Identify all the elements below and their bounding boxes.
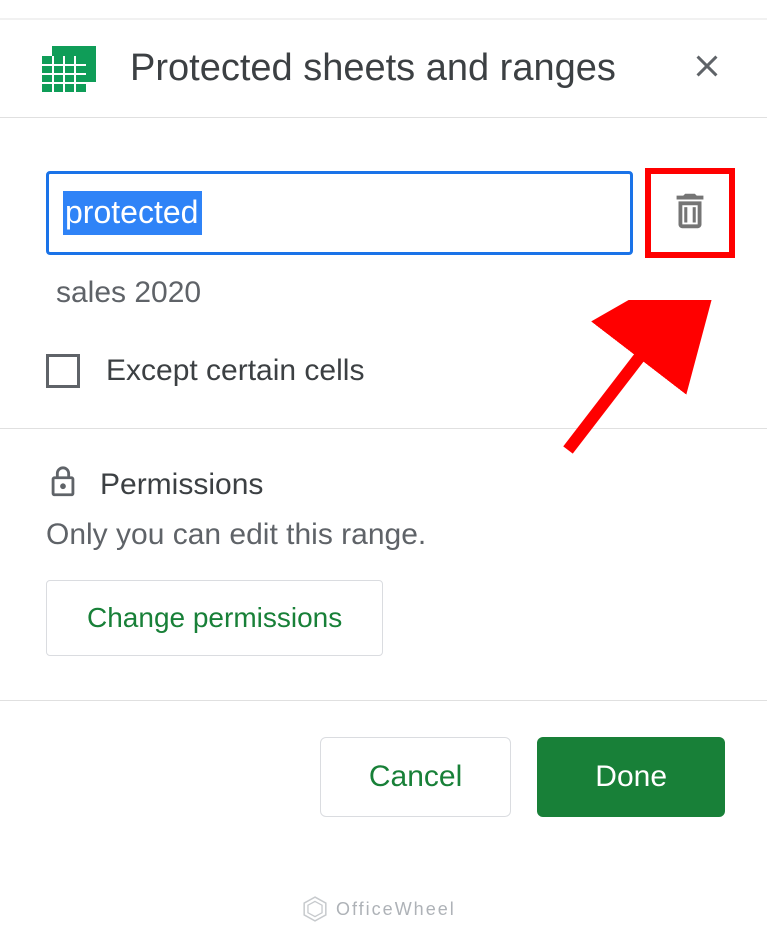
protection-details: protected sales 2020	[0, 118, 767, 428]
protected-ranges-panel: Protected sheets and ranges protected	[0, 18, 767, 817]
panel-footer: Cancel Done	[0, 701, 767, 817]
delete-button[interactable]	[662, 185, 718, 241]
except-label: Except certain cells	[106, 354, 364, 388]
permissions-description: Only you can edit this range.	[46, 518, 721, 552]
except-checkbox[interactable]	[46, 354, 80, 388]
description-value: protected	[63, 191, 202, 235]
change-permissions-button[interactable]: Change permissions	[46, 580, 383, 656]
lock-icon	[46, 465, 80, 504]
panel-header: Protected sheets and ranges	[0, 20, 767, 117]
range-label: sales 2020	[46, 276, 735, 310]
close-icon	[689, 48, 725, 89]
panel-title: Protected sheets and ranges	[130, 43, 683, 94]
done-button[interactable]: Done	[537, 737, 725, 817]
except-certain-cells-row: Except certain cells	[46, 354, 735, 388]
trash-icon	[667, 188, 713, 239]
permissions-section: Permissions Only you can edit this range…	[0, 429, 767, 700]
description-input[interactable]: protected	[46, 171, 633, 255]
watermark-text: OfficeWheel	[336, 899, 456, 920]
watermark: OfficeWheel	[302, 896, 456, 922]
cancel-button[interactable]: Cancel	[320, 737, 511, 817]
sheets-icon	[42, 46, 96, 97]
delete-highlight-box	[645, 168, 735, 258]
close-button[interactable]	[683, 45, 731, 93]
permissions-title: Permissions	[100, 468, 263, 502]
watermark-icon	[302, 896, 328, 922]
